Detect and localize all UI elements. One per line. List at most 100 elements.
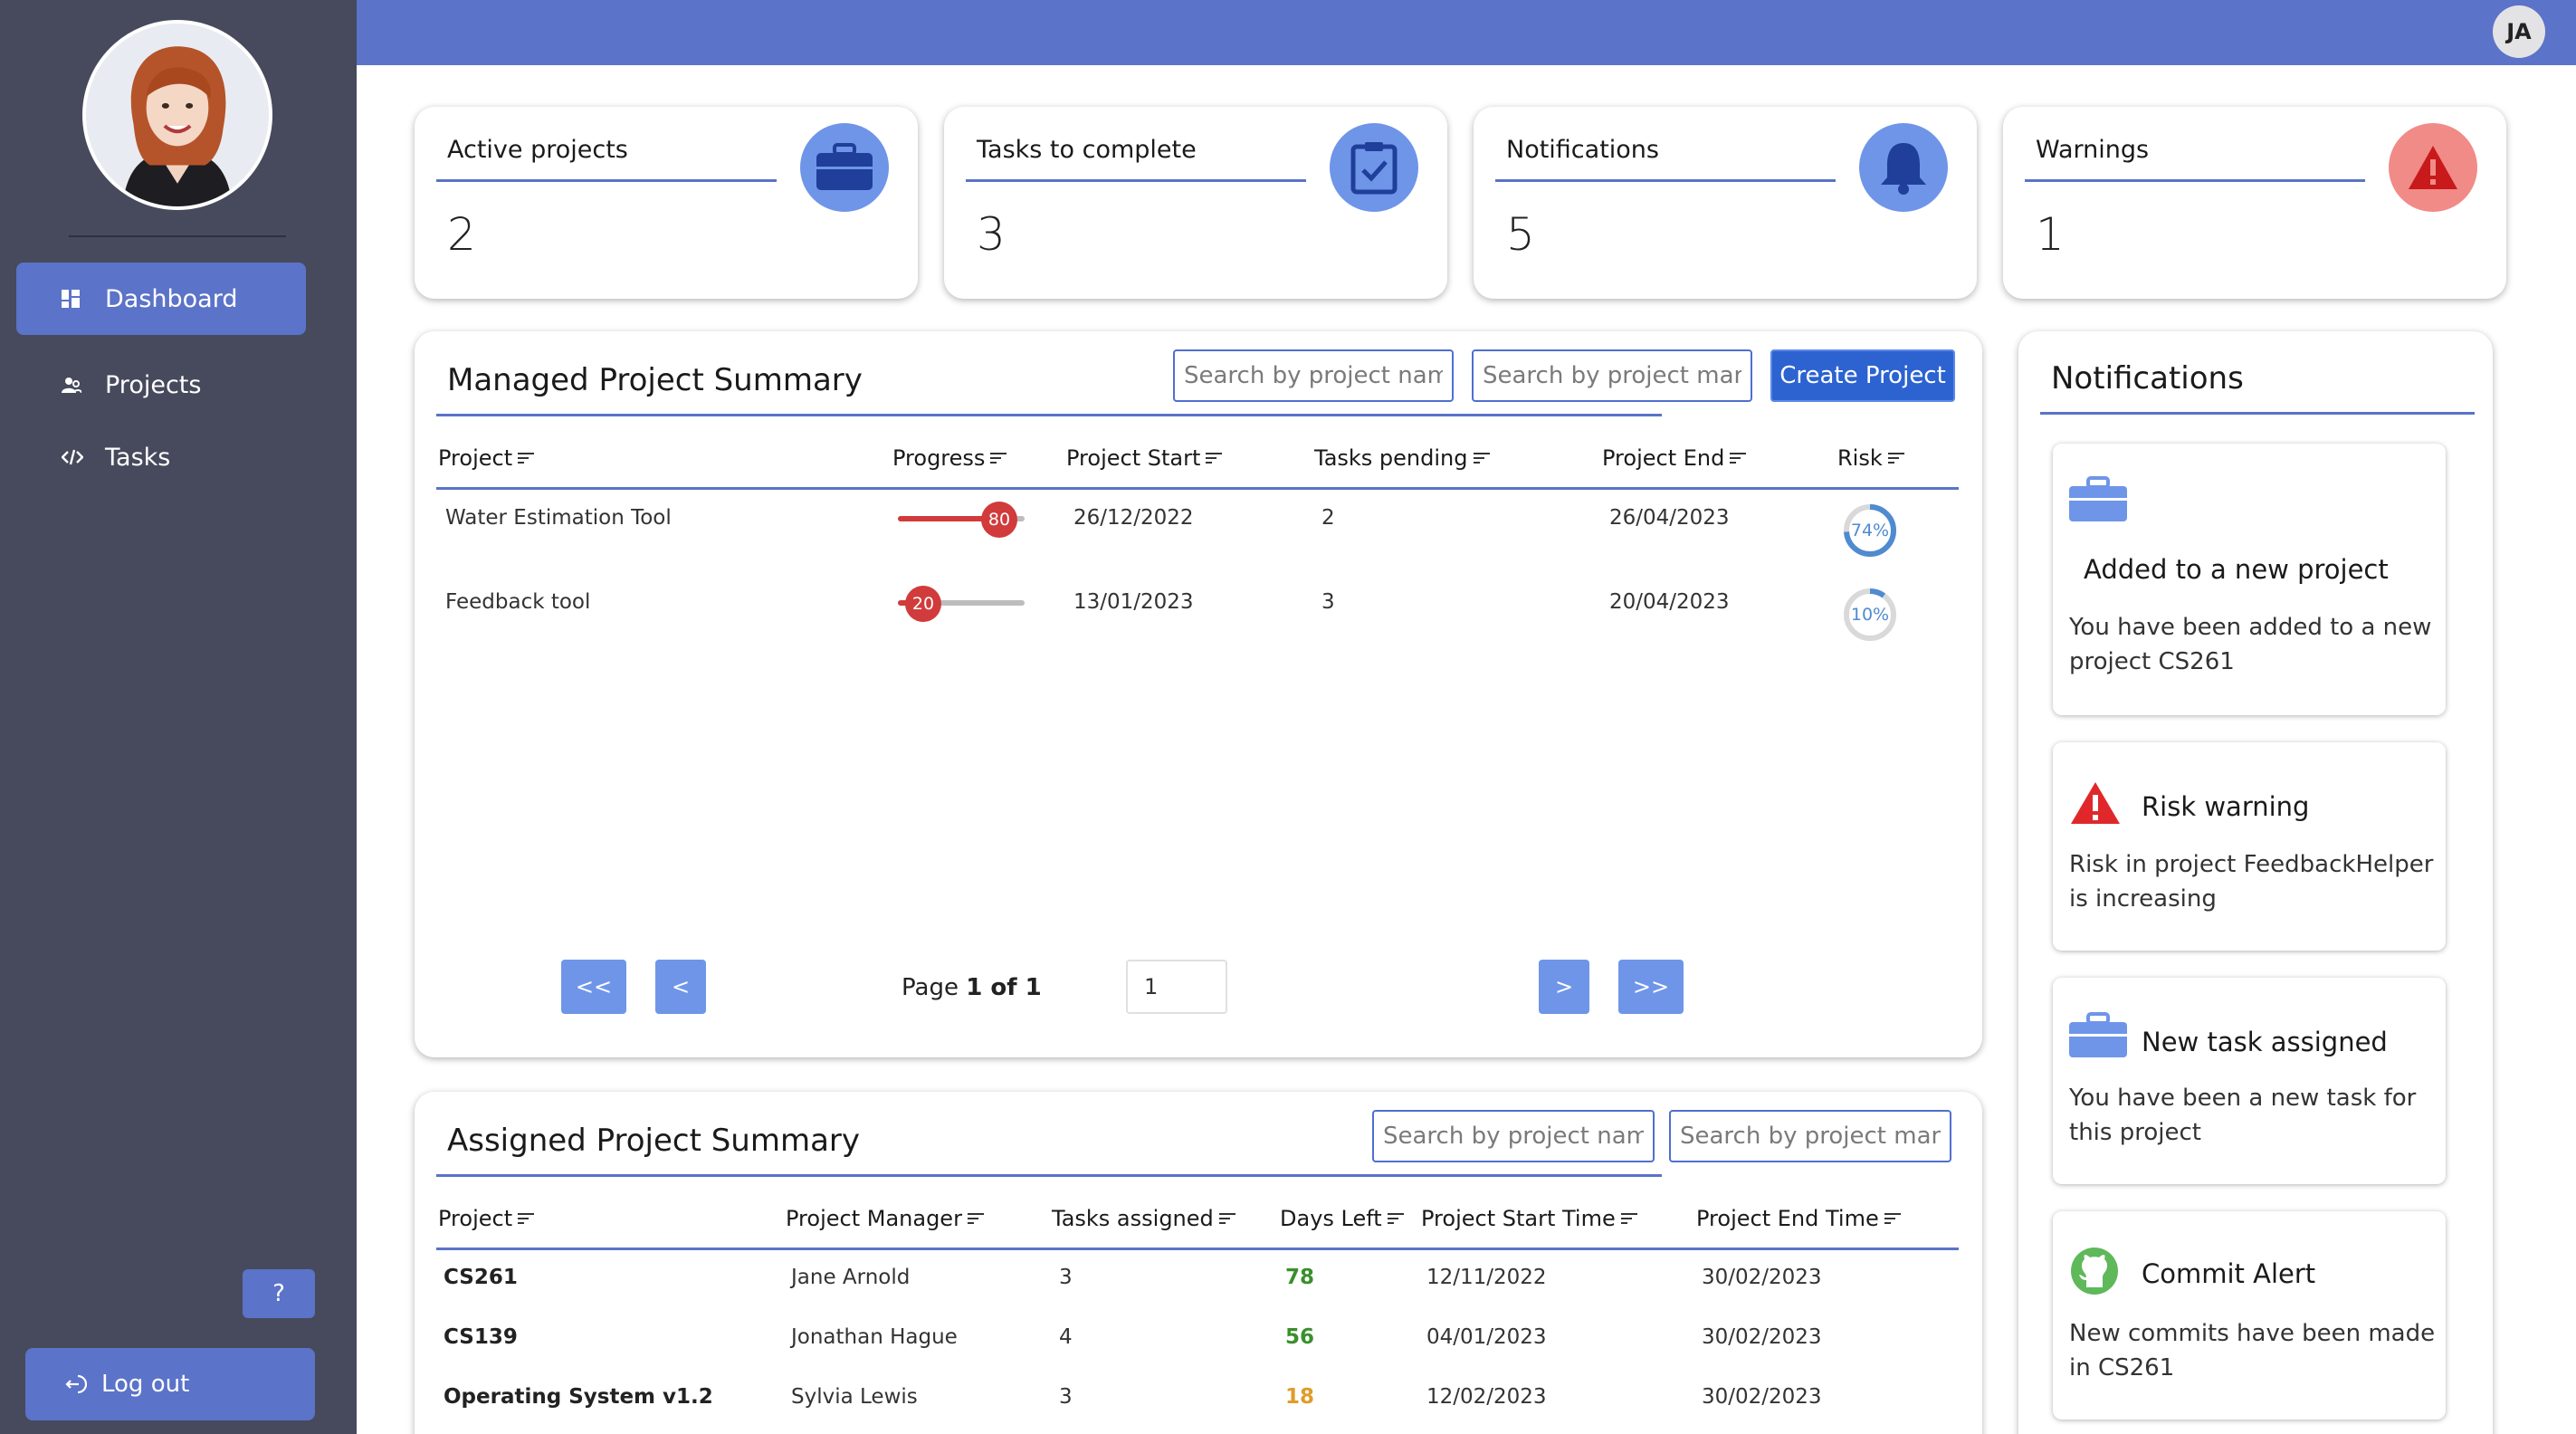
notification-body: Risk in project FeedbackHelper is increa… — [2069, 851, 2434, 913]
table-cell-project: CS139 — [444, 1325, 518, 1349]
assigned-search-manager-input[interactable] — [1669, 1110, 1951, 1162]
avatar[interactable] — [82, 20, 272, 210]
assigned-project-panel: Assigned Project Summary Project Project… — [415, 1092, 1982, 1434]
people-icon — [62, 376, 89, 394]
sidebar-item-label: Projects — [105, 370, 202, 399]
pagination-prefix: Page — [902, 974, 967, 1001]
table-cell-project: Operating System v1.2 — [444, 1385, 713, 1409]
column-header-progress[interactable]: Progress — [892, 445, 1007, 471]
notification-title: Added to a new project — [2084, 554, 2389, 585]
pagination-current: 1 of 1 — [966, 974, 1042, 1001]
pagination-last-button[interactable]: >> — [1618, 960, 1684, 1014]
column-header-start-time[interactable]: Project Start Time — [1421, 1206, 1637, 1231]
stat-card-warnings: Warnings 1 — [2003, 107, 2506, 299]
column-header-project[interactable]: Project — [438, 1206, 535, 1231]
column-header-tasks-assigned[interactable]: Tasks assigned — [1052, 1206, 1236, 1231]
notification-body: You have been a new task for this projec… — [2069, 1085, 2417, 1146]
progress-slider[interactable]: 20 — [898, 584, 1025, 622]
sidebar-item-projects[interactable]: Projects — [16, 349, 306, 421]
assigned-search-name-input[interactable] — [1372, 1110, 1655, 1162]
sort-icon — [1206, 452, 1223, 464]
table-cell-days-left: 56 — [1285, 1325, 1315, 1349]
stat-underline — [2025, 179, 2365, 182]
briefcase-icon — [2067, 476, 2129, 527]
sort-icon — [518, 1212, 535, 1225]
briefcase-icon — [2067, 1012, 2129, 1063]
top-bar: JA — [357, 0, 2576, 65]
dashboard-icon — [62, 290, 89, 308]
notification-card[interactable]: Added to a new project You have been add… — [2053, 444, 2446, 715]
column-header-project-end[interactable]: Project End — [1602, 445, 1747, 471]
stat-card-tasks: Tasks to complete 3 — [944, 107, 1447, 299]
table-cell-tasks-pending: 2 — [1321, 506, 1335, 530]
sidebar-divider — [69, 235, 286, 237]
clipboard-check-icon — [1330, 123, 1418, 212]
sidebar-item-tasks[interactable]: Tasks — [16, 421, 306, 493]
sort-icon — [967, 1212, 984, 1225]
table-cell-start: 12/02/2023 — [1426, 1385, 1547, 1409]
pagination-prev-button[interactable]: < — [655, 960, 706, 1014]
table-header-underline — [436, 487, 1959, 490]
pagination-label: Page 1 of 1 — [902, 974, 1042, 1001]
managed-search-name-input[interactable] — [1173, 349, 1454, 402]
stat-underline — [1495, 179, 1836, 182]
pagination-page-input[interactable] — [1126, 960, 1227, 1014]
code-icon — [62, 448, 89, 466]
column-header-days-left[interactable]: Days Left — [1280, 1206, 1404, 1231]
panel-underline — [2040, 412, 2475, 415]
sort-icon — [1387, 1212, 1404, 1225]
pagination-first-button[interactable]: << — [561, 960, 626, 1014]
pagination-next-button[interactable]: > — [1539, 960, 1589, 1014]
table-cell-end: 30/02/2023 — [1702, 1325, 1822, 1349]
column-header-project[interactable]: Project — [438, 445, 535, 471]
table-cell-end: 30/02/2023 — [1702, 1385, 1822, 1409]
stat-card-notifications: Notifications 5 — [1474, 107, 1977, 299]
bell-icon — [1859, 123, 1948, 212]
sidebar-item-dashboard[interactable]: Dashboard — [16, 263, 306, 335]
managed-project-panel: Managed Project Summary Create Project P… — [415, 331, 1982, 1057]
table-cell-tasks: 4 — [1059, 1325, 1073, 1349]
sort-icon — [1620, 1212, 1637, 1225]
table-cell-project: Feedback tool — [445, 590, 591, 614]
panel-title: Assigned Project Summary — [447, 1123, 861, 1159]
panel-title: Notifications — [2051, 360, 2244, 397]
table-cell-start: 04/01/2023 — [1426, 1325, 1547, 1349]
slider-knob[interactable]: 20 — [905, 586, 941, 622]
stat-card-active-projects: Active projects 2 — [415, 107, 918, 299]
column-header-risk[interactable]: Risk — [1837, 445, 1904, 471]
table-cell-end: 20/04/2023 — [1609, 590, 1730, 614]
create-project-button[interactable]: Create Project — [1770, 349, 1955, 402]
user-avatar-badge[interactable]: JA — [2493, 5, 2545, 58]
help-button[interactable]: ? — [243, 1269, 315, 1318]
table-cell-start: 13/01/2023 — [1073, 590, 1194, 614]
sort-icon — [990, 452, 1007, 464]
table-cell-end: 26/04/2023 — [1609, 506, 1730, 530]
stat-value: 3 — [977, 208, 1006, 261]
column-header-project-manager[interactable]: Project Manager — [786, 1206, 984, 1231]
warning-icon — [2069, 780, 2122, 829]
table-cell-start: 12/11/2022 — [1426, 1266, 1547, 1289]
table-cell-manager: Jonathan Hague — [791, 1325, 958, 1349]
table-cell-project: Water Estimation Tool — [445, 506, 672, 530]
stat-title: Warnings — [2036, 136, 2150, 164]
logout-button[interactable]: Log out — [25, 1348, 315, 1420]
column-header-end-time[interactable]: Project End Time — [1696, 1206, 1901, 1231]
table-cell-tasks: 3 — [1059, 1266, 1073, 1289]
panel-underline — [436, 1174, 1662, 1177]
notification-card[interactable]: Commit Alert New commits have been made … — [2053, 1211, 2446, 1420]
slider-knob[interactable]: 80 — [981, 502, 1017, 538]
notification-body: New commits have been made in CS261 — [2069, 1320, 2436, 1381]
avatar-photo — [86, 24, 269, 206]
column-header-tasks-pending[interactable]: Tasks pending — [1314, 445, 1490, 471]
stat-underline — [966, 179, 1306, 182]
stat-value: 5 — [1506, 208, 1535, 261]
briefcase-icon — [800, 123, 889, 212]
logout-icon — [65, 1373, 87, 1395]
panel-title: Managed Project Summary — [447, 362, 863, 398]
progress-slider[interactable]: 80 — [898, 500, 1025, 538]
sort-icon — [518, 452, 535, 464]
notification-card[interactable]: Risk warning Risk in project FeedbackHel… — [2053, 742, 2446, 951]
column-header-project-start[interactable]: Project Start — [1066, 445, 1223, 471]
managed-search-manager-input[interactable] — [1472, 349, 1752, 402]
notification-card[interactable]: New task assigned You have been a new ta… — [2053, 978, 2446, 1184]
